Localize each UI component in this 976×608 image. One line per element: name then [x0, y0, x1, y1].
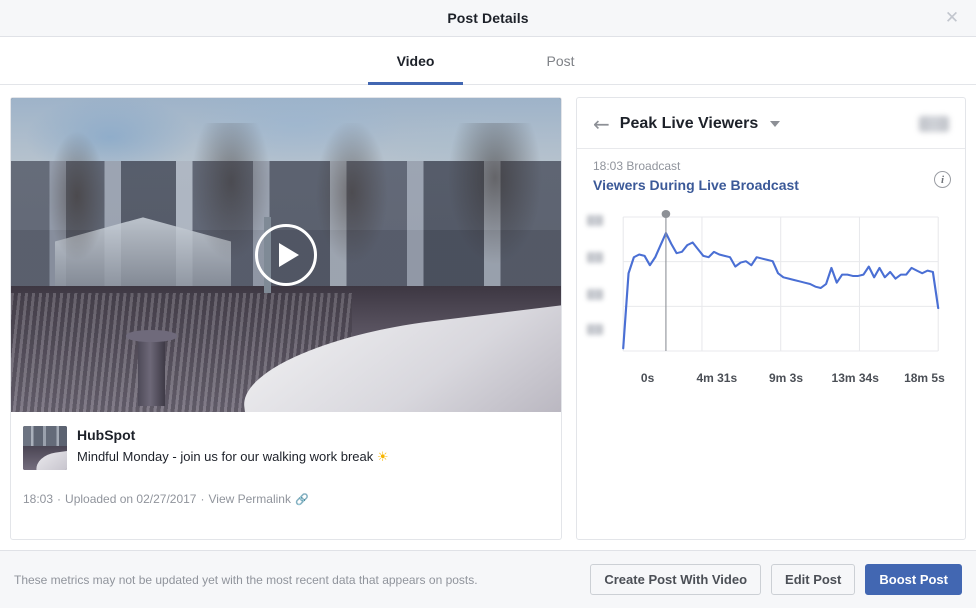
- tab-post-label: Post: [546, 53, 574, 69]
- y-axis-label-2-redacted: [587, 252, 603, 263]
- info-icon[interactable]: i: [934, 171, 951, 188]
- chart-title[interactable]: Viewers During Live Broadcast: [593, 177, 949, 193]
- dialog-footer: These metrics may not be updated yet wit…: [0, 550, 976, 608]
- post-time: 18:03: [23, 492, 53, 506]
- post-uploaded-date: Uploaded on 02/27/2017: [65, 492, 196, 506]
- page-title: Post Details: [447, 10, 528, 26]
- video-player[interactable]: [11, 98, 561, 412]
- post-header: HubSpot Mindful Monday - join us for our…: [23, 426, 549, 470]
- back-arrow-icon[interactable]: ←: [593, 114, 610, 134]
- y-axis-label-4-redacted: [587, 324, 603, 335]
- post-thumbnail[interactable]: [23, 426, 67, 470]
- y-axis-label-1-redacted: [587, 215, 603, 226]
- tab-bar: Video Post: [0, 37, 976, 85]
- insights-title: Peak Live Viewers: [620, 115, 758, 133]
- post-caption-text: Mindful Monday - join us for our walking…: [77, 449, 373, 464]
- tab-video-label: Video: [397, 53, 435, 69]
- create-post-with-video-button[interactable]: Create Post With Video: [590, 564, 761, 595]
- video-card: HubSpot Mindful Monday - join us for our…: [10, 97, 562, 540]
- y-axis-label-3-redacted: [587, 289, 603, 300]
- chevron-down-icon[interactable]: [770, 121, 780, 127]
- post-details-dialog: Post Details ✕ Video Post: [0, 0, 976, 608]
- insights-card: ← Peak Live Viewers 18:03 Broadcast View…: [576, 97, 966, 540]
- thumb-top: [23, 426, 67, 447]
- post-meta: 18:03 · Uploaded on 02/27/2017 · View Pe…: [23, 492, 549, 506]
- meta-separator-1: ·: [57, 492, 61, 506]
- footer-note: These metrics may not be updated yet wit…: [14, 573, 478, 587]
- x-axis-tick-2: 9m 3s: [751, 371, 820, 385]
- video-frame-bollard: [138, 337, 166, 406]
- x-axis-tick-1: 4m 31s: [682, 371, 751, 385]
- insights-subheader: 18:03 Broadcast Viewers During Live Broa…: [577, 148, 965, 193]
- edit-post-button[interactable]: Edit Post: [771, 564, 855, 595]
- view-permalink-link[interactable]: View Permalink: [208, 492, 290, 506]
- broadcast-time: 18:03 Broadcast: [593, 159, 949, 173]
- x-axis-tick-4: 18m 5s: [890, 371, 959, 385]
- link-icon[interactable]: 🔗: [295, 493, 309, 506]
- x-axis-tick-0: 0s: [613, 371, 682, 385]
- boost-post-button[interactable]: Boost Post: [865, 564, 962, 595]
- tab-video[interactable]: Video: [368, 37, 463, 84]
- post-text-block: HubSpot Mindful Monday - join us for our…: [77, 426, 389, 466]
- close-icon[interactable]: ✕: [938, 4, 966, 32]
- insights-header: ← Peak Live Viewers: [577, 98, 965, 148]
- chart-area: [577, 193, 965, 367]
- dialog-body: HubSpot Mindful Monday - join us for our…: [0, 85, 976, 550]
- tab-post[interactable]: Post: [513, 37, 608, 84]
- page-name[interactable]: HubSpot: [77, 426, 389, 445]
- post-info: HubSpot Mindful Monday - join us for our…: [11, 412, 561, 539]
- play-triangle: [279, 243, 299, 267]
- x-axis-labels: 0s4m 31s9m 3s13m 34s18m 5s: [613, 371, 959, 385]
- x-axis-tick-3: 13m 34s: [821, 371, 890, 385]
- post-caption: Mindful Monday - join us for our walking…: [77, 447, 389, 466]
- dialog-titlebar: Post Details ✕: [0, 0, 976, 37]
- sun-icon: ☀: [377, 449, 389, 464]
- peak-viewers-value-redacted: [919, 116, 949, 132]
- meta-separator-2: ·: [200, 492, 204, 506]
- play-icon[interactable]: [255, 224, 317, 286]
- viewers-line-chart: [593, 207, 949, 359]
